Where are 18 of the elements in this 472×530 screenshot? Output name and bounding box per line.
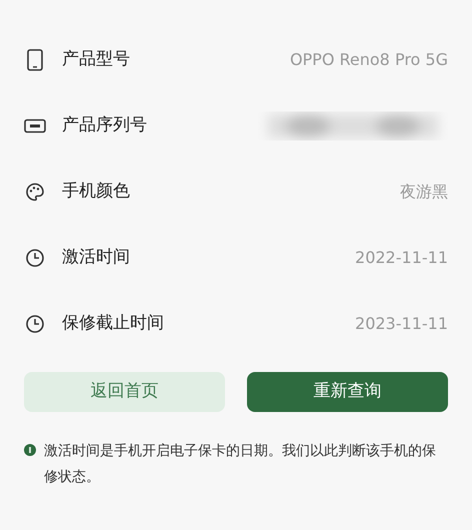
field-label: 手机颜色 <box>62 180 130 204</box>
field-label: 激活时间 <box>62 246 130 270</box>
clock-icon <box>25 314 45 334</box>
clock-icon <box>25 248 45 268</box>
field-label: 产品型号 <box>62 48 130 72</box>
requery-button[interactable]: 重新查询 <box>247 372 448 412</box>
phone-icon <box>26 49 44 71</box>
field-value: 2022-11-11 <box>355 247 448 269</box>
card-icon <box>24 118 46 134</box>
info-icon <box>24 444 36 456</box>
field-value: 2023-11-11 <box>355 313 448 335</box>
field-value: 夜游黑 <box>400 181 448 203</box>
note-text: 激活时间是手机开启电子保卡的日期。我们以此判断该手机的保修状态。 <box>44 442 437 487</box>
field-label: 产品序列号 <box>62 114 147 138</box>
home-button[interactable]: 返回首页 <box>24 372 225 412</box>
palette-icon <box>25 182 45 202</box>
field-value: OPPO Reno8 Pro 5G <box>290 49 448 71</box>
field-label: 保修截止时间 <box>62 312 164 336</box>
